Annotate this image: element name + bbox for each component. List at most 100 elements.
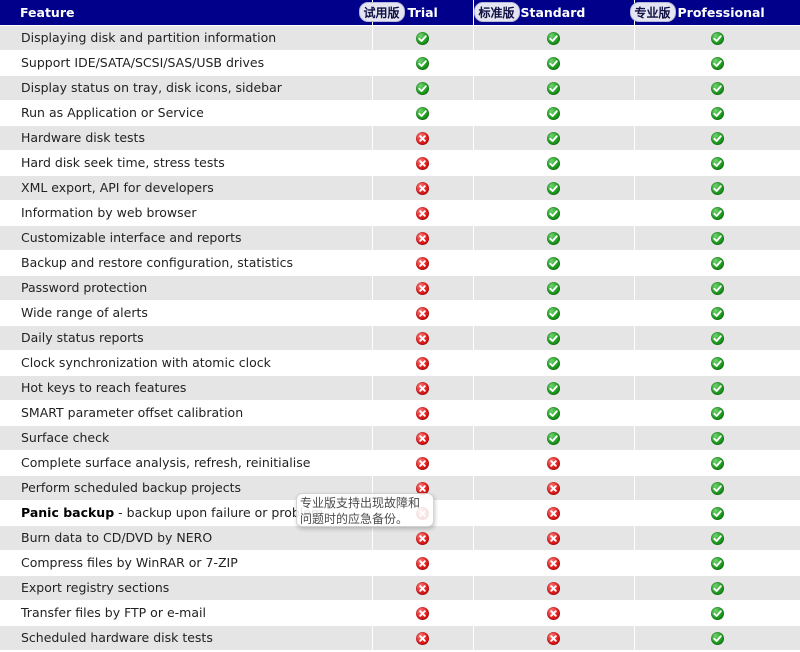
- cross-circle-icon: [547, 507, 560, 520]
- cross-circle-icon: [416, 432, 429, 445]
- professional-cell: [633, 74, 800, 100]
- trial-cell: [371, 449, 473, 475]
- table-row: Run as Application or Service: [0, 99, 800, 125]
- check-circle-icon: [710, 232, 724, 245]
- cross-circle-icon: [547, 582, 560, 595]
- professional-cell: [633, 199, 800, 225]
- table-row: Customizable interface and reports: [0, 224, 800, 250]
- feature-name: Clock synchronization with atomic clock: [21, 355, 271, 370]
- table-row: Surface check: [0, 424, 800, 450]
- check-circle-icon: [547, 107, 560, 120]
- table-row: Burn data to CD/DVD by NERO: [0, 524, 800, 550]
- trial-cell: [371, 99, 473, 125]
- professional-cell: [633, 399, 800, 425]
- check-circle-icon: [547, 357, 560, 370]
- feature-name: Transfer files by FTP or e-mail: [21, 605, 206, 620]
- cross-circle-icon: [416, 157, 429, 170]
- professional-cell: [633, 24, 800, 50]
- standard-badge: 标准版: [473, 2, 520, 22]
- cross-circle-icon: [416, 407, 429, 420]
- table-row: Hardware disk tests: [0, 124, 800, 150]
- check-circle-icon: [547, 432, 560, 445]
- feature-cell: Complete surface analysis, refresh, rein…: [0, 449, 372, 475]
- feature-name: Perform scheduled backup projects: [21, 480, 242, 495]
- cross-circle-icon: [416, 457, 429, 470]
- professional-cell: [633, 574, 800, 600]
- check-circle-icon: [710, 107, 724, 120]
- check-circle-icon: [547, 82, 560, 95]
- standard-cell: [472, 299, 634, 325]
- cross-circle-icon: [416, 257, 429, 270]
- feature-name: SMART parameter offset calibration: [21, 405, 244, 420]
- cross-circle-icon: [416, 207, 429, 220]
- professional-cell: [633, 599, 800, 625]
- standard-cell: [472, 524, 634, 550]
- feature-cell: Compress files by WinRAR or 7-ZIP: [0, 549, 372, 575]
- feature-name: Complete surface analysis, refresh, rein…: [21, 455, 311, 470]
- check-circle-icon: [710, 482, 724, 495]
- check-circle-icon: [710, 157, 724, 170]
- standard-cell: [472, 174, 634, 200]
- feature-name: Burn data to CD/DVD by NERO: [21, 530, 213, 545]
- professional-cell: [633, 274, 800, 300]
- check-circle-icon: [547, 257, 560, 270]
- feature-name: Daily status reports: [21, 330, 144, 345]
- trial-cell: [371, 624, 473, 650]
- cross-circle-icon: [547, 557, 560, 570]
- table-row: Transfer files by FTP or e-mail: [0, 599, 800, 625]
- feature-name: Backup and restore configuration, statis…: [21, 255, 294, 270]
- tooltip-line-2: 问题时的应急备份。: [300, 512, 409, 526]
- trial-cell: [371, 274, 473, 300]
- cross-circle-icon: [547, 532, 560, 545]
- header-row: Feature 试用版 Trial 标准版 Standard 专业版 Profe…: [0, 0, 800, 25]
- trial-cell: [371, 399, 473, 425]
- standard-cell: [472, 474, 634, 500]
- standard-cell: [472, 24, 634, 50]
- feature-name: Surface check: [21, 430, 110, 445]
- trial-cell: [371, 299, 473, 325]
- trial-cell: [371, 74, 473, 100]
- standard-cell: [472, 274, 634, 300]
- feature-name: Run as Application or Service: [21, 105, 204, 120]
- feature-cell: Displaying disk and partition informatio…: [0, 24, 372, 50]
- professional-cell: [633, 299, 800, 325]
- cross-circle-icon: [416, 232, 429, 245]
- trial-cell: [371, 599, 473, 625]
- cross-circle-icon: [416, 532, 429, 545]
- standard-cell: [472, 49, 634, 75]
- feature-name: Display status on tray, disk icons, side…: [21, 80, 282, 95]
- cross-circle-icon: [547, 482, 560, 495]
- feature-name: Compress files by WinRAR or 7-ZIP: [21, 555, 238, 570]
- standard-cell: [472, 399, 634, 425]
- check-circle-icon: [547, 407, 560, 420]
- standard-title: Standard: [520, 5, 586, 20]
- check-circle-icon: [710, 357, 724, 370]
- table-row: Export registry sections: [0, 574, 800, 600]
- standard-cell: [472, 149, 634, 175]
- table-row: Displaying disk and partition informatio…: [0, 24, 800, 50]
- table-row: Support IDE/SATA/SCSI/SAS/USB drives: [0, 49, 800, 75]
- standard-cell: [472, 499, 634, 525]
- feature-name: Information by web browser: [21, 205, 197, 220]
- cross-circle-icon: [416, 357, 429, 370]
- cross-circle-icon: [416, 282, 429, 295]
- professional-cell: [633, 474, 800, 500]
- trial-cell: [371, 174, 473, 200]
- cross-circle-icon: [416, 132, 429, 145]
- table-row: Scheduled hardware disk tests: [0, 624, 800, 650]
- feature-rows: Displaying disk and partition informatio…: [0, 24, 800, 650]
- header-professional: 专业版 Professional: [629, 0, 800, 25]
- feature-name: Support IDE/SATA/SCSI/SAS/USB drives: [21, 55, 265, 70]
- standard-cell: [472, 199, 634, 225]
- trial-title: Trial: [407, 5, 438, 20]
- professional-cell: [633, 249, 800, 275]
- feature-cell: Export registry sections: [0, 574, 372, 600]
- professional-cell: [633, 549, 800, 575]
- table-row: SMART parameter offset calibration: [0, 399, 800, 425]
- professional-cell: [633, 449, 800, 475]
- professional-cell: [633, 349, 800, 375]
- feature-cell: Scheduled hardware disk tests: [0, 624, 372, 650]
- check-circle-icon: [710, 57, 724, 70]
- check-circle-icon: [547, 307, 560, 320]
- check-circle-icon: [416, 57, 429, 70]
